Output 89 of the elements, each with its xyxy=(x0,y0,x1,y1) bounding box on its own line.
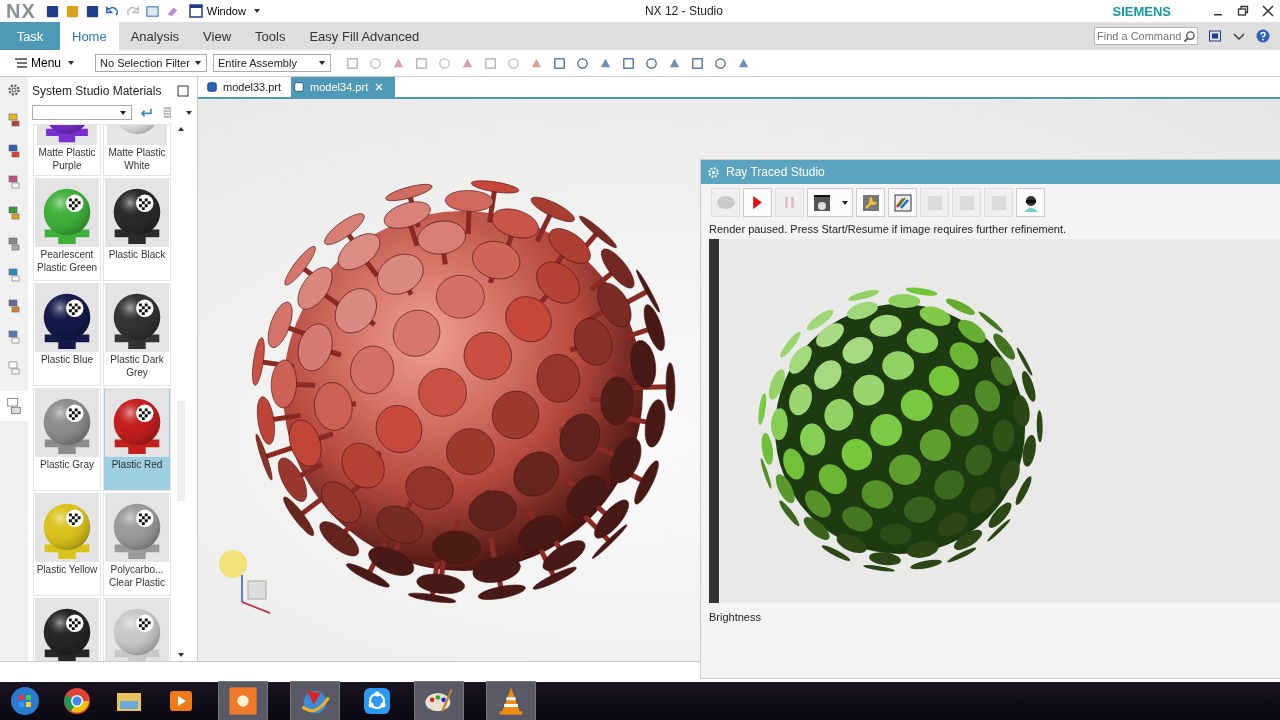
restore-icon[interactable] xyxy=(1237,5,1249,17)
material-name: Plastic Gray xyxy=(39,458,95,472)
material-name: Plastic Yellow xyxy=(35,563,99,577)
headset-button[interactable] xyxy=(1016,188,1045,217)
brand-name: SIEMENS xyxy=(1112,3,1171,19)
material-name: Polycarbo... Clear Plastic xyxy=(107,563,167,590)
ribbon-tab[interactable]: View xyxy=(191,22,244,50)
return-arrow-icon[interactable] xyxy=(140,106,154,119)
caret-icon xyxy=(194,59,203,67)
scroll-down-icon[interactable] xyxy=(177,651,185,659)
axis-triad-icon xyxy=(219,550,271,614)
material-tile[interactable]: Plastic Dark Grey xyxy=(103,283,171,386)
wrench-icon xyxy=(860,192,881,213)
window-title: NX 12 - Studio xyxy=(644,4,723,18)
material-tile[interactable]: Plastic Blue xyxy=(33,283,101,386)
render-status-text: Render paused. Press Start/Resume if image requires further refinement. xyxy=(708,222,1068,237)
settings-icon[interactable] xyxy=(7,83,21,97)
material-preview-drawing xyxy=(105,284,169,352)
material-preview-drawing xyxy=(35,389,99,457)
menu-button[interactable]: Menu xyxy=(8,55,82,71)
material-preview-drawing xyxy=(35,494,99,562)
caret-icon xyxy=(67,59,76,67)
material-name: Pearlescent Plastic Green xyxy=(36,248,98,275)
caret-icon[interactable] xyxy=(185,108,193,117)
traffic-cone-icon[interactable] xyxy=(486,681,536,720)
material-name: Matte Plastic Purple xyxy=(37,146,97,173)
material-preview-drawing xyxy=(35,284,99,352)
search-icon xyxy=(1183,29,1196,43)
edit-button[interactable] xyxy=(888,188,917,217)
start-button[interactable] xyxy=(743,188,772,217)
browser-icon[interactable] xyxy=(62,686,92,716)
material-tile[interactable]: Pearlescent Plastic Green xyxy=(33,178,101,281)
ribbon-tab[interactable]: Analysis xyxy=(118,22,192,50)
part-icon xyxy=(293,81,306,93)
document-tab[interactable]: model33.prt xyxy=(204,77,292,97)
material-name: Matte Plastic White xyxy=(107,146,167,173)
material-tile[interactable]: Matte Plastic Purple xyxy=(33,124,101,176)
menu-icon xyxy=(14,56,28,70)
caret-icon xyxy=(841,198,849,207)
material-preview-drawing xyxy=(35,125,99,145)
app-logo: NX xyxy=(6,0,36,23)
selection-filter-dropdown[interactable]: No Selection Filter xyxy=(95,54,208,72)
material-tile[interactable]: Plastic Black xyxy=(103,178,171,281)
material-tile[interactable]: Matte Plastic White xyxy=(103,124,171,176)
caret-icon xyxy=(252,7,261,15)
material-preview-drawing xyxy=(105,179,169,247)
play-icon xyxy=(753,196,762,209)
pause-icon xyxy=(785,196,794,209)
screen-capture-icon[interactable] xyxy=(218,681,268,720)
material-tile[interactable]: Plastic Yellow xyxy=(33,493,101,596)
material-tile[interactable]: Polycarbo... Clear Plastic xyxy=(103,493,171,596)
scroll-up-icon[interactable] xyxy=(177,125,185,133)
fullscreen-icon[interactable] xyxy=(1208,29,1222,43)
pencils-icon xyxy=(892,192,913,213)
material-preview-drawing xyxy=(105,494,169,562)
material-preview-drawing xyxy=(105,125,169,145)
command-search-field[interactable]: Find a Command xyxy=(1094,27,1198,45)
maximize-icon[interactable] xyxy=(177,85,189,97)
display-button[interactable] xyxy=(807,188,853,217)
caret-icon xyxy=(318,59,327,67)
window-menu[interactable]: Window xyxy=(184,4,265,18)
material-name: Plastic Black xyxy=(107,248,167,262)
monitor-icon xyxy=(812,192,832,213)
sphere-model-drawing[interactable] xyxy=(252,180,676,603)
share-icon[interactable] xyxy=(362,686,392,716)
help-icon[interactable] xyxy=(1256,29,1270,43)
settings-button[interactable] xyxy=(856,188,885,217)
caret-icon xyxy=(119,108,128,117)
start-orb-icon[interactable] xyxy=(10,686,40,716)
material-name: Plastic Blue xyxy=(39,353,95,367)
close-icon[interactable] xyxy=(1262,5,1274,17)
panel-title: System Studio Materials xyxy=(32,84,162,98)
ribbon-tab[interactable]: Easy Fill Advanced xyxy=(297,22,432,50)
material-tile[interactable]: Plastic Gray xyxy=(33,388,101,491)
ribbon-tab[interactable]: Tools xyxy=(243,22,298,50)
material-tile[interactable]: Plastic Red xyxy=(103,388,171,491)
brightness-label: Brightness xyxy=(708,610,762,625)
ribbon-tab[interactable]: Home xyxy=(60,22,119,50)
material-preview-drawing xyxy=(35,179,99,247)
assembly-scope-dropdown[interactable]: Entire Assembly xyxy=(213,54,332,72)
material-library-dropdown[interactable] xyxy=(32,105,133,120)
part-icon xyxy=(206,81,218,93)
window-icon xyxy=(188,4,203,18)
globe-icon[interactable] xyxy=(290,681,340,720)
gear-icon xyxy=(707,165,720,179)
material-preview-drawing xyxy=(105,389,169,457)
material-name: Plastic Dark Grey xyxy=(109,353,165,380)
dialog-title: Ray Traced Studio xyxy=(726,165,825,179)
material-name: Plastic Red xyxy=(110,458,164,472)
